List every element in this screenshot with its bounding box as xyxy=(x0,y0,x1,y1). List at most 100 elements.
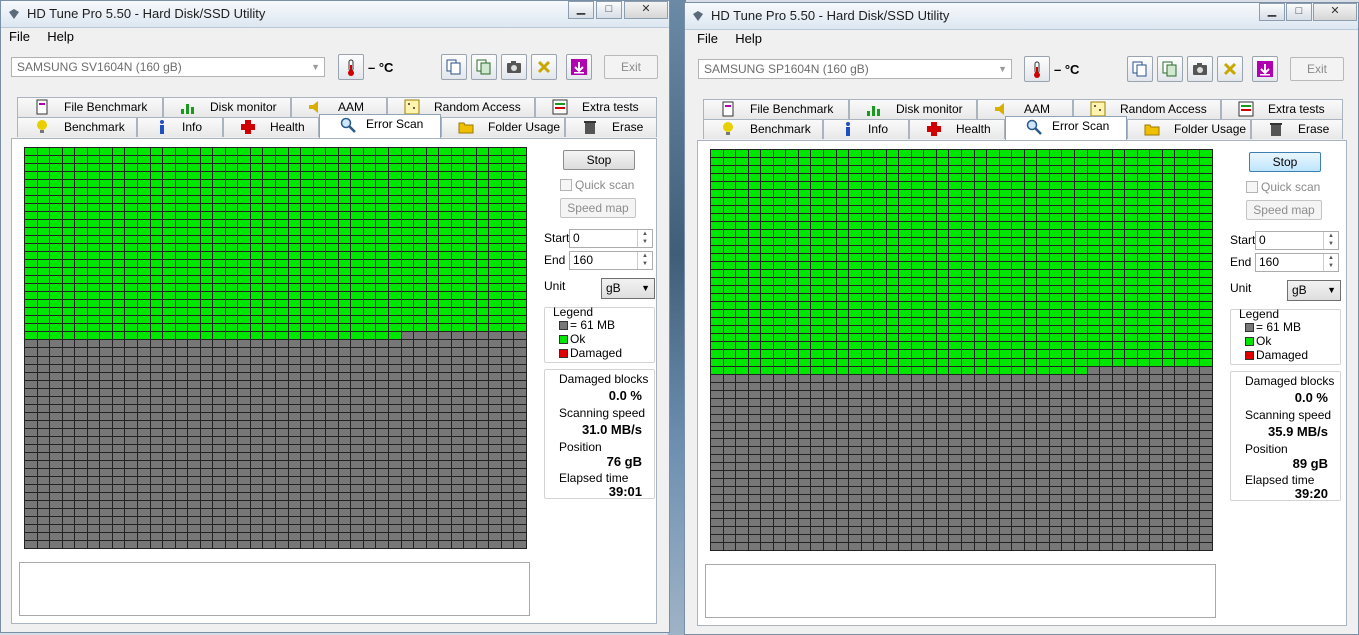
copy-button[interactable] xyxy=(441,54,467,80)
spinner-arrows-icon[interactable]: ▲ ▼ xyxy=(1323,254,1338,271)
end-input[interactable]: 160 ▲ ▼ xyxy=(1255,253,1339,272)
options-button[interactable] xyxy=(531,54,557,80)
tab-erase[interactable]: Erase xyxy=(565,117,657,137)
scan-block-pending xyxy=(974,390,987,398)
tab-error-scan[interactable]: Error Scan xyxy=(319,114,441,138)
options-button[interactable] xyxy=(1217,56,1243,82)
scan-block-pending xyxy=(25,444,37,452)
unit-select[interactable]: gB ▼ xyxy=(1287,280,1341,301)
save-button[interactable] xyxy=(566,54,592,80)
scan-block-ok xyxy=(1062,286,1074,294)
stop-button[interactable]: Stop xyxy=(1249,152,1321,172)
save-button[interactable] xyxy=(1252,56,1278,82)
tab-disk-monitor[interactable]: Disk monitor xyxy=(849,99,977,119)
spinner-arrows-icon[interactable]: ▲ ▼ xyxy=(637,252,652,269)
speed-map-button[interactable]: Speed map xyxy=(560,198,636,218)
scan-block-pending xyxy=(376,484,388,492)
tab-info[interactable]: Info xyxy=(823,119,909,139)
scan-block-pending xyxy=(414,540,426,548)
log-textbox[interactable] xyxy=(705,564,1216,618)
scan-block-pending xyxy=(962,374,974,382)
menu-help[interactable]: Help xyxy=(735,31,762,46)
stop-button[interactable]: Stop xyxy=(563,150,635,170)
end-input[interactable]: 160 ▲ ▼ xyxy=(569,251,653,270)
close-button[interactable]: ✕ xyxy=(624,1,668,19)
drive-select[interactable]: SAMSUNG SP1604N (160 gB) ▼ xyxy=(698,59,1012,79)
tab-folder-usage[interactable]: Folder Usage xyxy=(441,117,565,137)
scan-block-pending xyxy=(200,476,213,484)
scan-block-pending xyxy=(426,364,439,372)
speed-map-button[interactable]: Speed map xyxy=(1246,200,1322,220)
drive-select[interactable]: SAMSUNG SV1604N (160 gB) ▼ xyxy=(11,57,325,77)
maximize-button[interactable]: □ xyxy=(1286,3,1312,21)
temperature-button[interactable] xyxy=(1024,56,1050,82)
quick-scan-checkbox[interactable] xyxy=(560,179,572,191)
scan-block-ok xyxy=(823,286,836,294)
tab-info[interactable]: Info xyxy=(137,117,223,137)
screenshot-button[interactable] xyxy=(1187,56,1213,82)
title-bar[interactable]: HD Tune Pro 5.50 - Hard Disk/SSD Utility… xyxy=(1,1,669,28)
maximize-button[interactable]: □ xyxy=(596,1,622,19)
start-input[interactable]: 0 ▲ ▼ xyxy=(1255,231,1339,250)
scan-block-pending xyxy=(1187,534,1200,542)
scan-block-ok xyxy=(150,300,163,308)
scan-block-ok xyxy=(836,358,849,366)
trash-icon xyxy=(1270,123,1282,136)
exit-button[interactable]: Exit xyxy=(1290,57,1344,81)
temperature-button[interactable] xyxy=(338,54,364,80)
tab-file-benchmark[interactable]: File Benchmark xyxy=(703,99,849,119)
scan-block-pending xyxy=(1024,454,1037,462)
scan-block-pending xyxy=(288,412,301,420)
scan-block-ok xyxy=(225,316,238,324)
start-input[interactable]: 0 ▲ ▼ xyxy=(569,229,653,248)
scan-block-pending xyxy=(150,524,163,532)
scan-block-pending xyxy=(1125,406,1137,414)
tab-erase[interactable]: Erase xyxy=(1251,119,1343,139)
log-textbox[interactable] xyxy=(19,562,530,616)
scan-block-ok xyxy=(476,164,489,172)
tab-health[interactable]: Health xyxy=(223,117,319,137)
tab-folder-usage[interactable]: Folder Usage xyxy=(1127,119,1251,139)
copy-button[interactable] xyxy=(1127,56,1153,82)
copy-all-button[interactable] xyxy=(1157,56,1183,82)
scan-block-pending xyxy=(313,492,326,500)
scan-block-ok xyxy=(773,302,786,310)
damaged-blocks-label: Damaged blocks xyxy=(559,372,649,386)
tab-extra-tests[interactable]: Extra tests xyxy=(1221,99,1343,119)
scan-block-ok xyxy=(363,308,376,316)
menu-file[interactable]: File xyxy=(9,29,30,44)
scan-block-pending xyxy=(75,396,87,404)
screenshot-button[interactable] xyxy=(501,54,527,80)
scan-block-ok xyxy=(836,190,849,198)
scan-block-pending xyxy=(351,348,363,356)
scan-block-ok xyxy=(439,196,451,204)
tab-error-scan[interactable]: Error Scan xyxy=(1005,116,1127,140)
close-button[interactable]: ✕ xyxy=(1313,3,1357,21)
scan-block-pending xyxy=(823,502,836,510)
menu-help[interactable]: Help xyxy=(47,29,74,44)
minimize-button[interactable]: ▁ xyxy=(1259,3,1285,21)
tab-health[interactable]: Health xyxy=(909,119,1005,139)
exit-button[interactable]: Exit xyxy=(604,55,658,79)
unit-select[interactable]: gB ▼ xyxy=(601,278,655,299)
tab-file-benchmark[interactable]: File Benchmark xyxy=(17,97,163,117)
tab-benchmark[interactable]: Benchmark xyxy=(703,119,823,139)
scan-block-pending xyxy=(263,532,275,540)
title-bar[interactable]: HD Tune Pro 5.50 - Hard Disk/SSD Utility… xyxy=(685,3,1358,30)
tab-benchmark[interactable]: Benchmark xyxy=(17,117,137,137)
scan-block-pending xyxy=(736,502,748,510)
menu-file[interactable]: File xyxy=(697,31,718,46)
spinner-arrows-icon[interactable]: ▲ ▼ xyxy=(637,230,652,247)
spinner-arrows-icon[interactable]: ▲ ▼ xyxy=(1323,232,1338,249)
copy-all-button[interactable] xyxy=(471,54,497,80)
minimize-button[interactable]: ▁ xyxy=(568,1,594,19)
tab-extra-tests[interactable]: Extra tests xyxy=(535,97,657,117)
scan-block-ok xyxy=(1049,166,1062,174)
scan-block-pending xyxy=(338,372,351,380)
scan-block-pending xyxy=(711,422,723,430)
scan-block-pending xyxy=(899,518,911,526)
tab-disk-monitor[interactable]: Disk monitor xyxy=(163,97,291,117)
scan-block-pending xyxy=(723,518,736,526)
scan-block-pending xyxy=(37,468,50,476)
quick-scan-checkbox[interactable] xyxy=(1246,181,1258,193)
